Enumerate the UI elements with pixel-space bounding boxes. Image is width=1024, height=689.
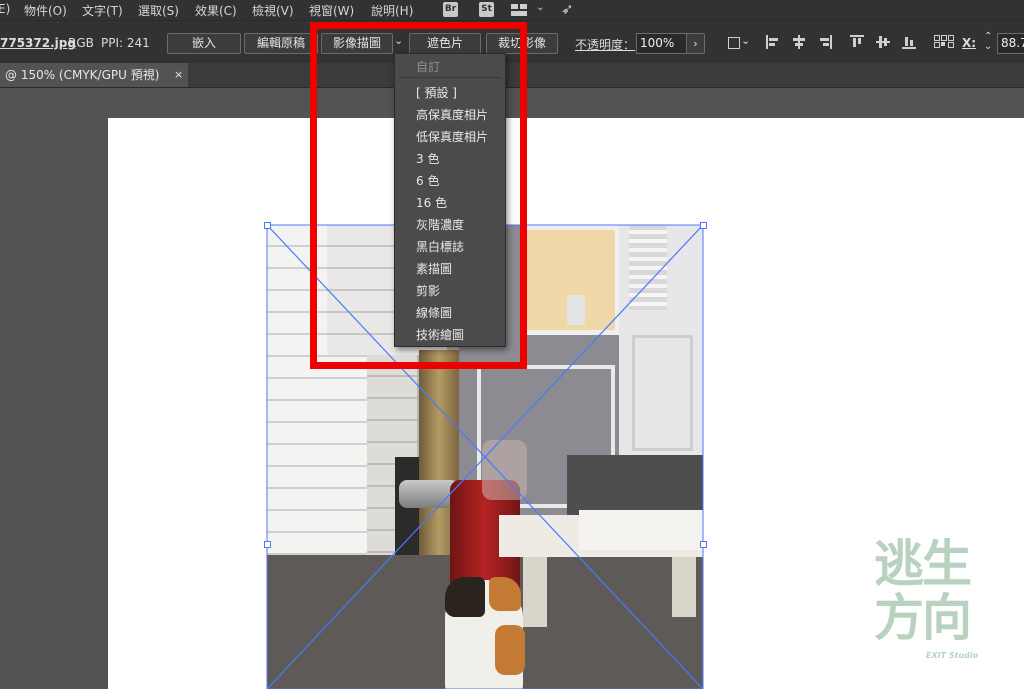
align-bottom-icon[interactable]: [902, 35, 916, 49]
chevron-down-icon[interactable]: ⌄: [536, 2, 544, 13]
reference-point-icon[interactable]: [934, 35, 954, 49]
menu-edit[interactable]: E): [0, 2, 10, 16]
menu-separator: [399, 77, 501, 78]
stock-icon[interactable]: St: [479, 2, 494, 17]
align-center-icon[interactable]: [792, 35, 806, 49]
menu-help[interactable]: 說明(H): [371, 2, 413, 19]
edit-original-button[interactable]: 編輯原稿: [244, 33, 318, 54]
menu-view[interactable]: 檢視(V): [252, 2, 294, 19]
crop-image-button[interactable]: 裁切影像: [486, 33, 558, 54]
stepper-icon[interactable]: ⌃ ⌄: [984, 32, 992, 52]
opacity-arrow-icon[interactable]: ›: [686, 33, 705, 54]
menu-window[interactable]: 視窗(W): [309, 2, 354, 19]
align-left-icon[interactable]: [766, 35, 780, 49]
transform-icon[interactable]: [726, 35, 740, 49]
watermark-line-1: 逃生: [874, 535, 972, 593]
chevron-down-icon[interactable]: ⌄: [741, 34, 750, 47]
watermark-logo: 逃生 方向 EXIT Studio: [866, 535, 1006, 670]
control-bar: 775372.jpg RGB PPI: 241 嵌入 編輯原稿 影像描圖 ⌄ 遮…: [0, 20, 1024, 64]
preset-low-fidelity-photo[interactable]: 低保真度相片: [416, 128, 488, 145]
preset-technical-drawing[interactable]: 技術繪圖: [416, 326, 464, 343]
x-field[interactable]: 88.7: [997, 33, 1024, 54]
preset-black-and-white-logo[interactable]: 黑白標誌: [416, 238, 464, 255]
align-right-icon[interactable]: [818, 35, 832, 49]
image-trace-button[interactable]: 影像描圖: [321, 33, 393, 54]
opacity-label[interactable]: 不透明度：: [575, 36, 635, 53]
watermark-studio: EXIT Studio: [926, 651, 979, 660]
preset-sketched-art[interactable]: 素描圖: [416, 260, 452, 277]
resize-handle[interactable]: [264, 541, 271, 548]
document-tab[interactable]: @ 150% (CMYK/GPU 預視) ×: [0, 63, 188, 87]
align-middle-icon[interactable]: [876, 35, 890, 49]
watermark-line-2: 方向: [874, 589, 972, 647]
align-top-icon[interactable]: [850, 35, 864, 49]
menu-object[interactable]: 物件(O): [24, 2, 67, 19]
x-label[interactable]: X:: [962, 36, 976, 50]
resize-handle[interactable]: [700, 222, 707, 229]
preset-high-fidelity-photo[interactable]: 高保真度相片: [416, 106, 488, 123]
preset-silhouettes[interactable]: 剪影: [416, 282, 440, 299]
preset-16-colors[interactable]: 16 色: [416, 194, 447, 211]
document-tab-bar: @ 150% (CMYK/GPU 預視) ×: [0, 63, 1024, 88]
workspace-icon[interactable]: [511, 4, 527, 16]
image-trace-preset-menu: 自訂 [ 預設 ] 高保真度相片 低保真度相片 3 色 6 色 16 色 灰階濃…: [394, 53, 506, 347]
preset-3-colors[interactable]: 3 色: [416, 150, 439, 167]
menu-bar: E) 物件(O) 文字(T) 選取(S) 效果(C) 檢視(V) 視窗(W) 說…: [0, 0, 1024, 20]
menu-type[interactable]: 文字(T): [82, 2, 123, 19]
chevron-down-icon[interactable]: ⌄: [394, 34, 403, 47]
ppi-value: PPI: 241: [101, 36, 150, 50]
close-icon[interactable]: ×: [174, 63, 183, 87]
preset-shades-of-gray[interactable]: 灰階濃度: [416, 216, 464, 233]
resize-handle[interactable]: [264, 222, 271, 229]
opacity-field[interactable]: 100%: [636, 33, 689, 54]
menu-select[interactable]: 選取(S): [138, 2, 179, 19]
resize-handle[interactable]: [700, 541, 707, 548]
document-tab-title: @ 150% (CMYK/GPU 預視): [5, 68, 160, 82]
preset-custom: 自訂: [416, 60, 441, 74]
menu-effect[interactable]: 效果(C): [195, 2, 237, 19]
preset-line-art[interactable]: 線條圖: [416, 304, 452, 321]
mask-button[interactable]: 遮色片: [409, 33, 481, 54]
color-mode: RGB: [68, 36, 94, 50]
rocket-icon[interactable]: ➶: [561, 0, 574, 18]
preset-6-colors[interactable]: 6 色: [416, 172, 439, 189]
preset-default[interactable]: [ 預設 ]: [416, 84, 457, 101]
linked-file-name[interactable]: 775372.jpg: [0, 36, 76, 50]
bridge-icon[interactable]: Br: [443, 2, 458, 17]
embed-button[interactable]: 嵌入: [167, 33, 241, 54]
